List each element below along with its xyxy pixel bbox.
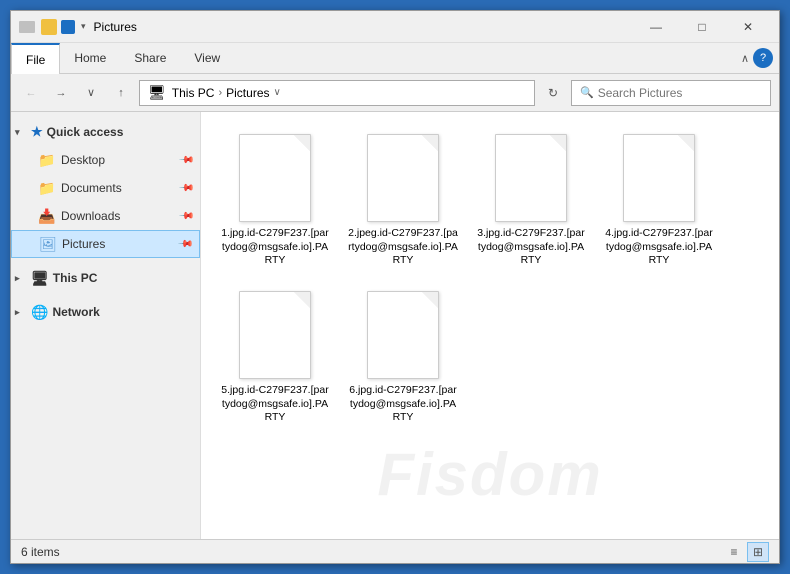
view-controls: ≡ ⊞ xyxy=(723,542,769,562)
tab-home[interactable]: Home xyxy=(60,43,120,73)
recent-button[interactable]: ∨ xyxy=(79,81,103,105)
file-name: 3.jpg.id-C279F237.[partydog@msgsafe.io].… xyxy=(476,227,586,268)
thispc-label: This PC xyxy=(53,271,98,285)
pin-icon-downloads: 📌 xyxy=(177,208,194,225)
close-button[interactable]: ✕ xyxy=(725,11,771,43)
main-area: ▾ ★ Quick access 📁 Desktop 📌 📁 Documents… xyxy=(11,112,779,539)
file-item-file1[interactable]: 1.jpg.id-C279F237.[partydog@msgsafe.io].… xyxy=(215,126,335,275)
file-item-file5[interactable]: 5.jpg.id-C279F237.[partydog@msgsafe.io].… xyxy=(215,283,335,432)
ribbon-collapse-icon[interactable]: ∧ xyxy=(741,52,749,65)
sidebar-item-desktop-label: Desktop xyxy=(61,153,105,167)
file-thumb xyxy=(619,133,699,223)
status-bar: 6 items ≡ ⊞ xyxy=(11,539,779,563)
search-box[interactable]: 🔍 xyxy=(571,80,771,106)
address-path[interactable]: 🖥 This PC › Pictures ∨ xyxy=(139,80,535,106)
address-bar: ← → ∨ ↑ 🖥 This PC › Pictures ∨ ↻ 🔍 xyxy=(11,74,779,112)
expand-arrow-icon: ▾ xyxy=(15,127,27,138)
file-name: 6.jpg.id-C279F237.[partydog@msgsafe.io].… xyxy=(348,384,458,425)
file-item-file3[interactable]: 3.jpg.id-C279F237.[partydog@msgsafe.io].… xyxy=(471,126,591,275)
path-thispc[interactable]: This PC xyxy=(172,86,215,100)
file-item-file4[interactable]: 4.jpg.id-C279F237.[partydog@msgsafe.io].… xyxy=(599,126,719,275)
file-name: 1.jpg.id-C279F237.[partydog@msgsafe.io].… xyxy=(220,227,330,268)
ribbon: File Home Share View ∧ ? xyxy=(11,43,779,74)
quick-access-label: Quick access xyxy=(47,125,124,139)
item-count: 6 items xyxy=(21,545,60,559)
list-view-button[interactable]: ≡ xyxy=(723,542,745,562)
search-icon: 🔍 xyxy=(580,86,594,99)
watermark: Fisdom xyxy=(377,440,602,509)
pin-icon-pictures: 📌 xyxy=(176,236,193,253)
sidebar-item-documents[interactable]: 📁 Documents 📌 xyxy=(11,174,200,202)
star-icon: ★ xyxy=(31,124,43,140)
sidebar-item-pictures-label: Pictures xyxy=(62,237,105,251)
path-dropdown-icon[interactable]: ∨ xyxy=(274,87,290,98)
documents-icon: 📁 xyxy=(39,180,55,196)
minimize-button[interactable]: — xyxy=(633,11,679,43)
file-item-file2[interactable]: 2.jpeg.id-C279F237.[partydog@msgsafe.io]… xyxy=(343,126,463,275)
network-label: Network xyxy=(52,305,99,319)
grid-view-button[interactable]: ⊞ xyxy=(747,542,769,562)
thispc-expand-icon: ▸ xyxy=(15,273,27,284)
pin-icon-desktop: 📌 xyxy=(177,152,194,169)
file-page-icon xyxy=(623,134,695,222)
file-page-icon xyxy=(367,134,439,222)
file-thumb xyxy=(363,133,443,223)
quick-access-header[interactable]: ▾ ★ Quick access xyxy=(11,118,200,146)
window-controls: — □ ✕ xyxy=(633,11,771,43)
pin-icon xyxy=(61,20,75,34)
up-button[interactable]: ↑ xyxy=(109,81,133,105)
network-header[interactable]: ▸ 🌐 Network xyxy=(11,298,200,326)
file-thumb xyxy=(235,290,315,380)
help-button[interactable]: ? xyxy=(753,48,773,68)
path-pictures[interactable]: Pictures xyxy=(226,86,269,100)
file-name: 4.jpg.id-C279F237.[partydog@msgsafe.io].… xyxy=(604,227,714,268)
thispc-header[interactable]: ▸ 🖥 This PC xyxy=(11,264,200,292)
file-page-icon xyxy=(239,134,311,222)
pictures-icon: 🖼 xyxy=(40,236,56,252)
sidebar: ▾ ★ Quick access 📁 Desktop 📌 📁 Documents… xyxy=(11,112,201,539)
refresh-button[interactable]: ↻ xyxy=(541,81,565,105)
window-title: Pictures xyxy=(94,20,633,34)
file-name: 2.jpeg.id-C279F237.[partydog@msgsafe.io]… xyxy=(348,227,458,268)
network-icon: 🌐 xyxy=(31,304,48,321)
forward-button[interactable]: → xyxy=(49,81,73,105)
file-thumb xyxy=(491,133,571,223)
sidebar-item-pictures[interactable]: 🖼 Pictures 📌 xyxy=(11,230,200,258)
tab-share[interactable]: Share xyxy=(120,43,180,73)
computer-icon: 🖥 xyxy=(148,84,166,101)
maximize-button[interactable]: □ xyxy=(679,11,725,43)
file-item-file6[interactable]: 6.jpg.id-C279F237.[partydog@msgsafe.io].… xyxy=(343,283,463,432)
file-page-icon xyxy=(367,291,439,379)
sidebar-item-documents-label: Documents xyxy=(61,181,122,195)
pin-icon-documents: 📌 xyxy=(177,180,194,197)
file-thumb xyxy=(363,290,443,380)
sidebar-item-downloads[interactable]: 📥 Downloads 📌 xyxy=(11,202,200,230)
ribbon-tabs: File Home Share View ∧ ? xyxy=(11,43,779,73)
file-page-icon xyxy=(239,291,311,379)
file-name: 5.jpg.id-C279F237.[partydog@msgsafe.io].… xyxy=(220,384,330,425)
title-bar: ▾ Pictures — □ ✕ xyxy=(11,11,779,43)
tab-file[interactable]: File xyxy=(11,43,60,74)
thispc-icon: 🖥 xyxy=(31,270,49,287)
sidebar-item-downloads-label: Downloads xyxy=(61,209,120,223)
explorer-window: ▾ Pictures — □ ✕ File Home Share View ∧ xyxy=(10,10,780,564)
search-input[interactable] xyxy=(598,86,762,100)
dropdown-arrow-icon[interactable]: ▾ xyxy=(81,21,86,32)
tab-view[interactable]: View xyxy=(180,43,234,73)
downloads-icon: 📥 xyxy=(39,208,55,224)
sidebar-item-desktop[interactable]: 📁 Desktop 📌 xyxy=(11,146,200,174)
network-expand-icon: ▸ xyxy=(15,307,27,318)
desktop-icon: 📁 xyxy=(39,152,55,168)
file-thumb xyxy=(235,133,315,223)
folder-icon xyxy=(41,19,57,35)
title-bar-icon-group: ▾ xyxy=(19,19,86,35)
content-area: Fisdom 1.jpg.id-C279F237.[partydog@msgsa… xyxy=(201,112,779,539)
app-icon xyxy=(19,21,35,33)
file-grid: 1.jpg.id-C279F237.[partydog@msgsafe.io].… xyxy=(211,122,769,436)
file-page-icon xyxy=(495,134,567,222)
back-button[interactable]: ← xyxy=(19,81,43,105)
